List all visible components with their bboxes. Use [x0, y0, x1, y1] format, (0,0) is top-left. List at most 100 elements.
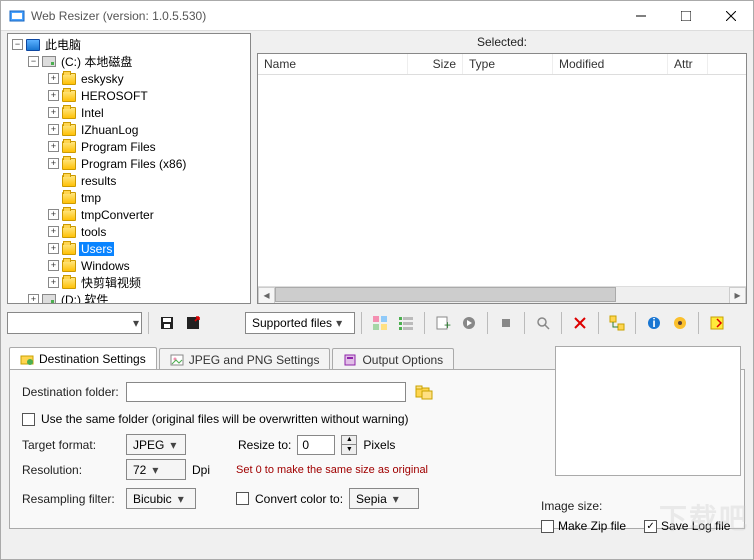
- file-filter-value: Supported files: [252, 316, 332, 330]
- folder-icon: [62, 192, 76, 204]
- target-format-combo[interactable]: JPEG▾: [126, 434, 186, 455]
- expand-icon[interactable]: +: [48, 90, 59, 101]
- same-folder-checkbox[interactable]: [22, 413, 35, 426]
- file-list[interactable]: Name Size Type Modified Attr ◂ ▸: [257, 53, 747, 304]
- add-files-icon[interactable]: +: [431, 311, 455, 335]
- expand-icon[interactable]: +: [48, 260, 59, 271]
- tab-jpeg-png-settings[interactable]: JPEG and PNG Settings: [159, 348, 331, 371]
- load-project-icon[interactable]: [181, 311, 205, 335]
- spinner-down-icon[interactable]: ▼: [342, 445, 356, 454]
- tab-output-options[interactable]: Output Options: [332, 348, 454, 371]
- tree-folder[interactable]: Intel: [79, 106, 106, 120]
- list-view-icon[interactable]: [394, 311, 418, 335]
- chevron-down-icon: ▾: [133, 316, 139, 330]
- tree-folder[interactable]: tmp: [79, 191, 103, 205]
- computer-icon: [26, 39, 40, 51]
- resampling-combo[interactable]: Bicubic▾: [126, 488, 196, 509]
- make-zip-label: Make Zip file: [558, 519, 626, 533]
- delete-icon[interactable]: [568, 311, 592, 335]
- exit-icon[interactable]: [705, 311, 729, 335]
- save-icon[interactable]: [155, 311, 179, 335]
- col-modified[interactable]: Modified: [553, 54, 668, 74]
- tree-folder[interactable]: tools: [79, 225, 108, 239]
- info-icon[interactable]: i: [642, 311, 666, 335]
- folder-tree[interactable]: −此电脑 −(C:) 本地磁盘 +eskysky +HEROSOFT +Inte…: [7, 33, 251, 304]
- spinner-up-icon[interactable]: ▲: [342, 436, 356, 445]
- col-type[interactable]: Type: [463, 54, 553, 74]
- add-all-icon[interactable]: [457, 311, 481, 335]
- scroll-right-icon[interactable]: ▸: [729, 287, 746, 304]
- close-button[interactable]: [708, 1, 753, 30]
- tree-folder[interactable]: 快剪辑视频: [79, 274, 143, 291]
- svg-text:+: +: [444, 318, 451, 331]
- col-size[interactable]: Size: [408, 54, 463, 74]
- expand-icon[interactable]: +: [48, 124, 59, 135]
- resize-to-input[interactable]: [297, 435, 335, 455]
- tree-folder[interactable]: Program Files: [79, 140, 158, 154]
- tree-folder[interactable]: eskysky: [79, 72, 126, 86]
- tree-folder[interactable]: results: [79, 174, 118, 188]
- zoom-icon[interactable]: [531, 311, 555, 335]
- path-combo[interactable]: ▾: [7, 312, 142, 334]
- tree-drive-c[interactable]: (C:) 本地磁盘: [59, 53, 134, 70]
- expand-icon[interactable]: +: [48, 243, 59, 254]
- tree-folder[interactable]: Windows: [79, 259, 132, 273]
- toolbar: ▾ Supported files▾ + i: [1, 306, 753, 340]
- folder-icon: [62, 107, 76, 119]
- file-list-header[interactable]: Name Size Type Modified Attr: [258, 54, 746, 75]
- thumbnails-icon[interactable]: [368, 311, 392, 335]
- browse-folder-button[interactable]: [412, 380, 436, 404]
- tree-folder[interactable]: Program Files (x86): [79, 157, 188, 171]
- svg-text:i: i: [652, 316, 655, 330]
- folder-icon: [62, 73, 76, 85]
- target-format-label: Target format:: [22, 438, 120, 452]
- chevron-down-icon: ▾: [170, 438, 176, 452]
- col-name[interactable]: Name: [258, 54, 408, 74]
- maximize-button[interactable]: [663, 1, 708, 30]
- expand-icon[interactable]: +: [48, 226, 59, 237]
- image-size-label: Image size:: [541, 499, 741, 513]
- convert-color-checkbox[interactable]: [236, 492, 249, 505]
- folder-icon: [62, 158, 76, 170]
- tree-folder[interactable]: IZhuanLog: [79, 123, 140, 137]
- convert-color-combo[interactable]: Sepia▾: [349, 488, 419, 509]
- collapse-icon[interactable]: −: [28, 56, 39, 67]
- tree-folder-selected[interactable]: Users: [79, 242, 114, 256]
- expand-icon[interactable]: +: [48, 277, 59, 288]
- expand-icon[interactable]: +: [48, 158, 59, 169]
- expand-icon[interactable]: +: [28, 294, 39, 304]
- tab-output-label: Output Options: [362, 353, 443, 367]
- folder-icon: [62, 141, 76, 153]
- expand-icon[interactable]: +: [48, 141, 59, 152]
- resize-to-label: Resize to:: [238, 438, 291, 452]
- tab-destination-settings[interactable]: Destination Settings: [9, 347, 157, 370]
- tree-root[interactable]: 此电脑: [43, 36, 83, 53]
- collapse-icon[interactable]: −: [12, 39, 23, 50]
- save-log-label: Save Log file: [661, 519, 730, 533]
- scroll-thumb[interactable]: [275, 287, 616, 302]
- tree-folder[interactable]: HEROSOFT: [79, 89, 150, 103]
- expand-icon[interactable]: +: [48, 209, 59, 220]
- expand-icon[interactable]: +: [48, 107, 59, 118]
- stop-icon[interactable]: [494, 311, 518, 335]
- make-zip-checkbox[interactable]: [541, 520, 554, 533]
- link-icon[interactable]: [668, 311, 692, 335]
- same-folder-label: Use the same folder (original files will…: [41, 412, 409, 426]
- minimize-button[interactable]: [618, 1, 663, 30]
- folder-icon: [62, 175, 76, 187]
- scroll-left-icon[interactable]: ◂: [258, 287, 275, 304]
- horizontal-scrollbar[interactable]: ◂ ▸: [258, 286, 746, 303]
- tree-drive-d[interactable]: (D:) 软件: [59, 291, 110, 304]
- preview-pane: [555, 346, 741, 476]
- resolution-combo[interactable]: 72▾: [126, 459, 186, 480]
- folder-icon: [62, 260, 76, 272]
- options-icon[interactable]: [605, 311, 629, 335]
- image-settings-icon: [170, 353, 184, 367]
- title-bar: Web Resizer (version: 1.0.5.530): [1, 1, 753, 31]
- dest-folder-input[interactable]: [126, 382, 406, 402]
- col-attr[interactable]: Attr: [668, 54, 708, 74]
- expand-icon[interactable]: +: [48, 73, 59, 84]
- file-filter-combo[interactable]: Supported files▾: [245, 312, 355, 334]
- tree-folder[interactable]: tmpConverter: [79, 208, 156, 222]
- save-log-checkbox[interactable]: ✓: [644, 520, 657, 533]
